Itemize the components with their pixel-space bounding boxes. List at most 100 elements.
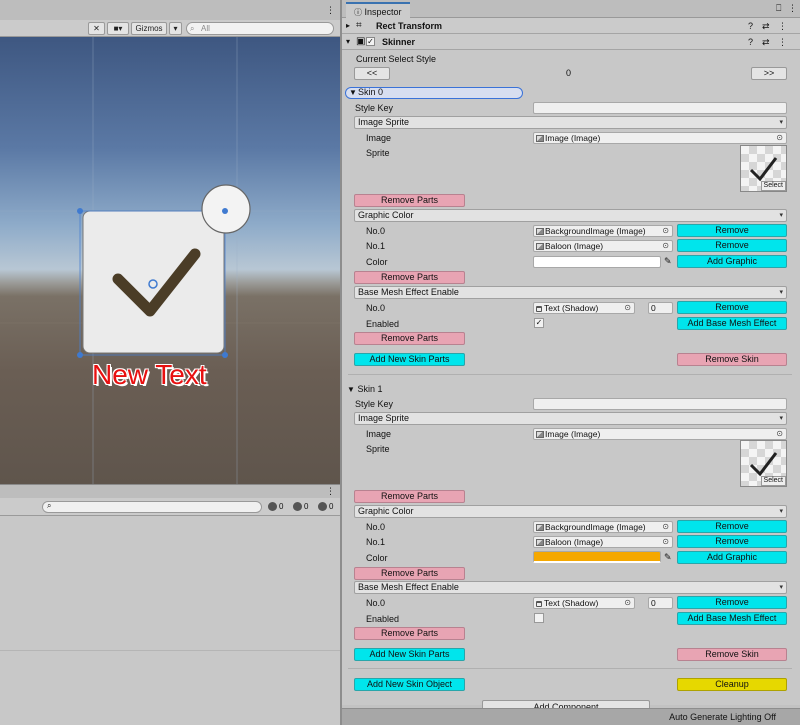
info-count[interactable]: 0	[268, 501, 283, 513]
remove-parts-button[interactable]: Remove Parts	[354, 194, 465, 207]
tools-icon[interactable]: ✕	[88, 22, 105, 35]
resize-handle[interactable]	[77, 208, 83, 214]
color-field[interactable]	[533, 551, 661, 563]
new-text-label[interactable]: New Text	[92, 359, 207, 391]
kebab-menu-icon[interactable]: ⋮	[788, 3, 797, 14]
object-picker-icon[interactable]: ⊙	[624, 598, 631, 608]
divider	[348, 374, 792, 375]
skin-1-foldout[interactable]: ▼ Skin 1	[347, 383, 382, 396]
base-mesh-effect-dropdown[interactable]: Base Mesh Effect Enable ▾	[354, 581, 787, 594]
warning-count[interactable]: 0	[293, 501, 308, 513]
console-log-area[interactable]	[0, 516, 340, 725]
add-graphic-button[interactable]: Add Graphic	[677, 255, 787, 268]
skin-0-foldout[interactable]: ▼ Skin 0	[345, 87, 523, 99]
camera-icon[interactable]: ■▾	[107, 22, 129, 35]
object-picker-icon[interactable]: ⊙	[662, 522, 669, 532]
foldout-arrow-icon[interactable]: ▸	[346, 18, 350, 34]
add-base-mesh-effect-button[interactable]: Add Base Mesh Effect	[677, 612, 787, 625]
preset-icon[interactable]: ⇄	[762, 18, 770, 34]
graphic-color-dropdown[interactable]: Graphic Color ▾	[354, 209, 787, 222]
gizmos-button[interactable]: Gizmos	[131, 22, 167, 35]
remove-graphic-button[interactable]: Remove	[677, 224, 787, 237]
kebab-menu-icon[interactable]: ⋮	[326, 486, 335, 497]
remove-parts-button[interactable]: Remove Parts	[354, 332, 465, 345]
remove-graphic-button[interactable]: Remove	[677, 239, 787, 252]
skinner-header[interactable]: ▾ ▣ ✓ Skinner ? ⇄ ⋮	[342, 34, 800, 50]
help-icon[interactable]: ?	[748, 34, 753, 50]
kebab-menu-icon[interactable]: ⋮	[778, 18, 787, 34]
mesh-index-input[interactable]: 0	[648, 597, 673, 609]
mesh-object-field[interactable]: Text (Shadow) ⊙	[533, 597, 635, 609]
graphic-object-field[interactable]: BackgroundImage (Image) ⊙	[533, 225, 673, 237]
remove-graphic-button[interactable]: Remove	[677, 535, 787, 548]
prev-style-button[interactable]: <<	[354, 67, 390, 80]
add-base-mesh-effect-button[interactable]: Add Base Mesh Effect	[677, 317, 787, 330]
graphic-object-field[interactable]: BackgroundImage (Image) ⊙	[533, 521, 673, 533]
graphic-color-dropdown[interactable]: Graphic Color ▾	[354, 505, 787, 518]
object-picker-icon[interactable]: ⊙	[662, 226, 669, 236]
shadow-icon	[536, 306, 542, 312]
rect-transform-header[interactable]: ▸ ⌗ Rect Transform ? ⇄ ⋮	[342, 18, 800, 34]
kebab-menu-icon[interactable]: ⋮	[778, 34, 787, 50]
eyedropper-icon[interactable]: ✎	[664, 551, 672, 563]
next-style-button[interactable]: >>	[751, 67, 787, 80]
add-new-skin-object-button[interactable]: Add New Skin Object	[354, 678, 465, 691]
error-count[interactable]: 0	[318, 501, 333, 513]
graphic-object-field[interactable]: Baloon (Image) ⊙	[533, 536, 673, 548]
image-icon	[536, 524, 544, 531]
object-picker-icon[interactable]: ⊙	[624, 303, 631, 313]
component-enabled-checkbox[interactable]: ✓	[366, 37, 375, 46]
remove-parts-button[interactable]: Remove Parts	[354, 567, 465, 580]
foldout-arrow-icon[interactable]: ▾	[346, 34, 350, 50]
tab-inspector[interactable]: ⓘ Inspector	[346, 2, 410, 18]
remove-graphic-button[interactable]: Remove	[677, 520, 787, 533]
console-search-input[interactable]: ⌕	[42, 501, 262, 513]
sprite-preview[interactable]: Select	[740, 440, 787, 487]
scene-search-input[interactable]: ⌕ All	[186, 22, 334, 35]
sprite-preview[interactable]: Select	[740, 145, 787, 192]
image-object-field[interactable]: Image (Image) ⊙	[533, 428, 787, 440]
cleanup-button[interactable]: Cleanup	[677, 678, 787, 691]
sprite-select-button[interactable]: Select	[760, 476, 786, 486]
image-panel[interactable]	[82, 210, 225, 354]
graphic-object-field[interactable]: Baloon (Image) ⊙	[533, 240, 673, 252]
mesh-object-field[interactable]: Text (Shadow) ⊙	[533, 302, 635, 314]
eyedropper-icon[interactable]: ✎	[664, 255, 672, 267]
image-sprite-dropdown[interactable]: Image Sprite ▾	[354, 116, 787, 129]
gizmos-dropdown-arrow-icon[interactable]: ▾	[169, 22, 182, 35]
remove-mesh-button[interactable]: Remove	[677, 301, 787, 314]
remove-mesh-button[interactable]: Remove	[677, 596, 787, 609]
remove-parts-button[interactable]: Remove Parts	[354, 627, 465, 640]
image-sprite-dropdown[interactable]: Image Sprite ▾	[354, 412, 787, 425]
kebab-menu-icon[interactable]: ⋮	[326, 5, 335, 16]
remove-parts-button[interactable]: Remove Parts	[354, 271, 465, 284]
resize-handle[interactable]	[77, 352, 83, 358]
balloon-image[interactable]	[201, 184, 251, 234]
graphic-row-label: No.0	[366, 522, 386, 532]
resize-handle[interactable]	[222, 352, 228, 358]
style-key-input[interactable]	[533, 102, 787, 114]
enabled-checkbox[interactable]	[534, 613, 544, 623]
shadow-icon	[536, 601, 542, 607]
preset-icon[interactable]: ⇄	[762, 34, 770, 50]
remove-skin-button[interactable]: Remove Skin	[677, 353, 787, 366]
image-object-field[interactable]: Image (Image) ⊙	[533, 132, 787, 144]
scene-viewport[interactable]: New Text	[0, 37, 340, 484]
object-picker-icon[interactable]: ⊙	[662, 241, 669, 251]
object-picker-icon[interactable]: ⊙	[776, 429, 783, 439]
remove-skin-button[interactable]: Remove Skin	[677, 648, 787, 661]
base-mesh-effect-dropdown[interactable]: Base Mesh Effect Enable ▾	[354, 286, 787, 299]
color-field[interactable]	[533, 256, 661, 268]
style-key-input[interactable]	[533, 398, 787, 410]
lock-icon[interactable]: ⎕	[776, 3, 781, 14]
object-picker-icon[interactable]: ⊙	[662, 537, 669, 547]
add-graphic-button[interactable]: Add Graphic	[677, 551, 787, 564]
mesh-index-input[interactable]: 0	[648, 302, 673, 314]
object-picker-icon[interactable]: ⊙	[776, 133, 783, 143]
sprite-select-button[interactable]: Select	[760, 181, 786, 191]
add-new-skin-parts-button[interactable]: Add New Skin Parts	[354, 648, 465, 661]
add-new-skin-parts-button[interactable]: Add New Skin Parts	[354, 353, 465, 366]
remove-parts-button[interactable]: Remove Parts	[354, 490, 465, 503]
help-icon[interactable]: ?	[748, 18, 753, 34]
enabled-checkbox[interactable]: ✓	[534, 318, 544, 328]
